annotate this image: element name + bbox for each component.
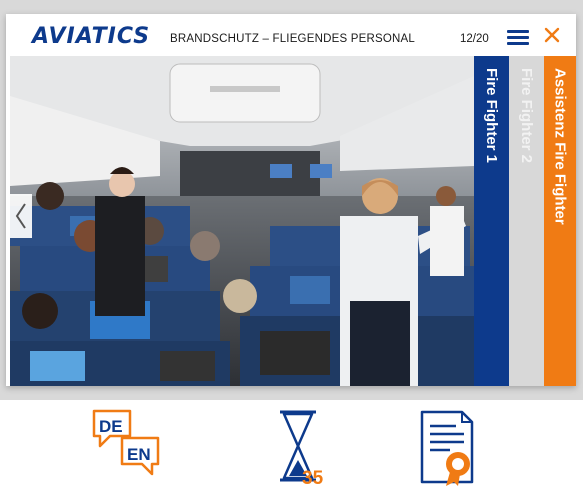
timer-value: 35 bbox=[302, 468, 324, 486]
timer-button[interactable]: 35 bbox=[276, 408, 346, 491]
language-icon: DE EN bbox=[92, 409, 160, 476]
page-counter: 12/20 bbox=[460, 33, 489, 45]
language-button[interactable]: DE EN bbox=[90, 408, 172, 483]
course-title: BRANDSCHUTZ – FLIEGENDES PERSONAL bbox=[170, 33, 415, 45]
chevron-left-icon bbox=[15, 203, 26, 229]
cabin-photo bbox=[10, 56, 474, 386]
close-icon[interactable] bbox=[541, 24, 563, 46]
hourglass-icon: 35 bbox=[280, 410, 324, 489]
slide-card: AVIATICS BRANDSCHUTZ – FLIEGENDES PERSON… bbox=[6, 14, 576, 386]
aviatics-logo: AVIATICS bbox=[32, 24, 151, 49]
language-de-label: DE bbox=[99, 417, 123, 436]
cabin-illustration bbox=[10, 56, 474, 386]
tab-fire-fighter-2[interactable]: Fire Fighter 2 bbox=[509, 56, 544, 386]
tab-label: Fire Fighter 1 bbox=[483, 68, 500, 164]
tab-assistenz-fire-fighter[interactable]: Assistenz Fire Fighter bbox=[544, 56, 576, 386]
menu-icon[interactable] bbox=[505, 28, 531, 46]
certificate-icon bbox=[420, 410, 474, 486]
tab-label: Fire Fighter 2 bbox=[518, 68, 535, 164]
tab-fire-fighter-1[interactable]: Fire Fighter 1 bbox=[474, 56, 509, 386]
header-bar: AVIATICS BRANDSCHUTZ – FLIEGENDES PERSON… bbox=[6, 14, 576, 56]
certificate-button[interactable] bbox=[416, 408, 486, 491]
tab-label: Assistenz Fire Fighter bbox=[551, 68, 569, 225]
slide-frame: AVIATICS BRANDSCHUTZ – FLIEGENDES PERSON… bbox=[0, 0, 583, 400]
previous-button[interactable] bbox=[10, 194, 32, 238]
language-en-label: EN bbox=[127, 445, 151, 464]
